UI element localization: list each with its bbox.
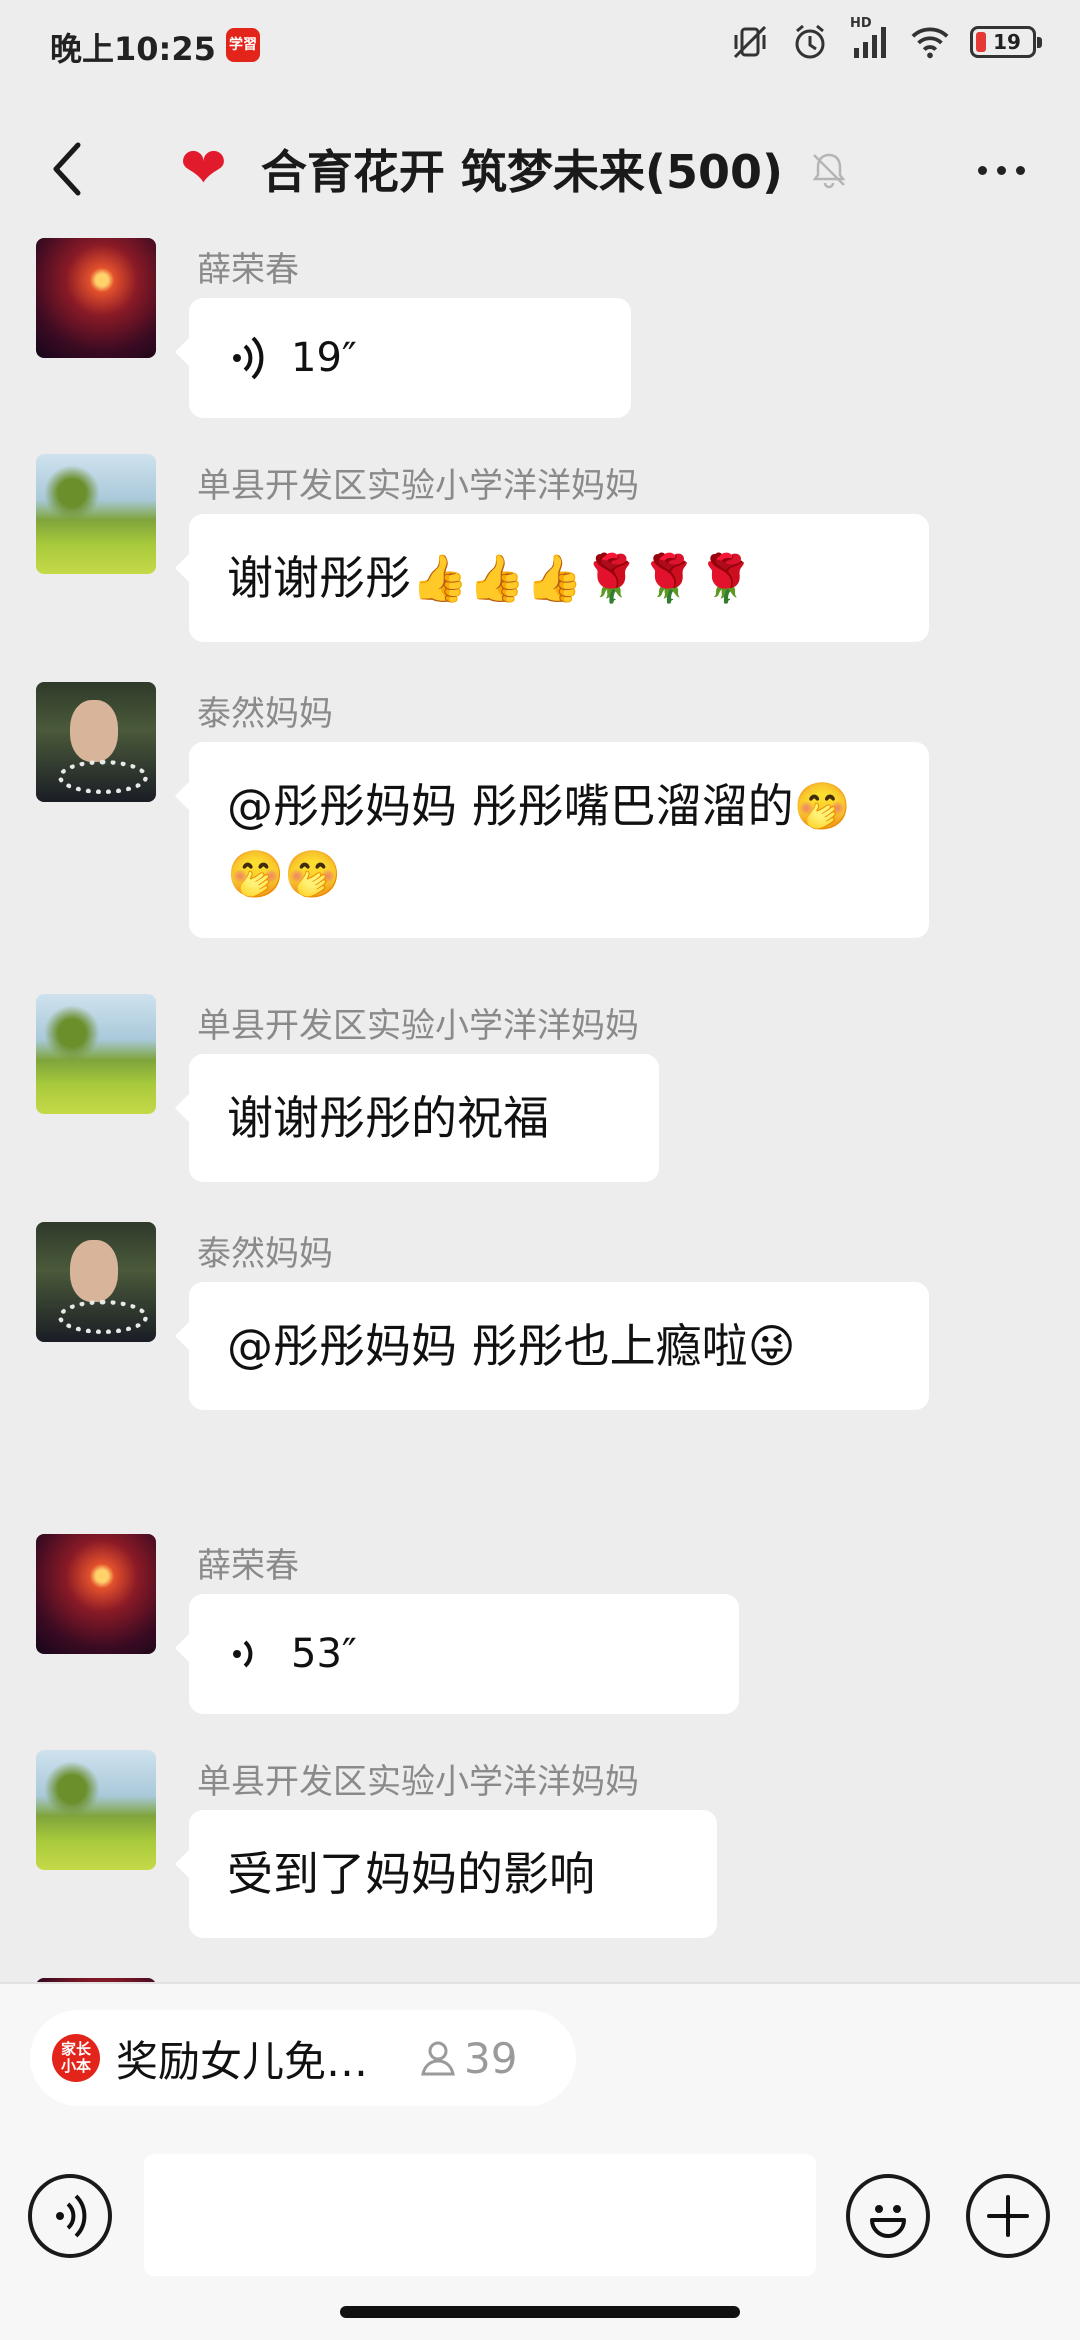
text-message-bubble[interactable]: 受到了妈妈的影响 [175, 1810, 717, 1938]
message-list[interactable]: 薛荣春 19″ 单县开发区实验小学洋洋妈妈 谢谢彤彤👍👍👍🌹🌹🌹 泰然妈妈 @彤… [0, 232, 1080, 1982]
status-bar: 晚上10:25 学習 HD 19 [0, 0, 1080, 92]
battery-indicator: 19 [970, 26, 1042, 58]
text-message-bubble[interactable]: 谢谢彤彤的祝福 [175, 1054, 659, 1182]
chevron-left-icon [53, 142, 81, 196]
sender-name: 单县开发区实验小学洋洋妈妈 [197, 466, 639, 506]
sender-name: 单县开发区实验小学洋洋妈妈 [197, 1006, 639, 1046]
wifi-icon [910, 22, 950, 62]
avatar[interactable] [36, 1750, 156, 1870]
voice-wave-icon [233, 1640, 253, 1668]
dot-icon [1015, 165, 1025, 175]
voice-duration: 53″ [291, 1631, 357, 1677]
bottom-panel: 家长 小本 奖励女儿免… 39 [0, 1982, 1080, 2340]
signal-icon: HD [850, 16, 890, 62]
message-input[interactable] [144, 2154, 816, 2276]
avatar[interactable] [36, 454, 156, 574]
back-button[interactable] [36, 134, 96, 204]
voice-input-button[interactable] [28, 2174, 112, 2258]
chat-header: ❤ 合育花开 筑梦未来(500) [0, 110, 1080, 230]
voice-duration: 19″ [291, 335, 357, 381]
participant-count: 39 [418, 2034, 517, 2083]
battery-level: 19 [993, 30, 1021, 54]
mute-bell-icon [812, 153, 846, 189]
voice-message-bubble[interactable]: 53″ [175, 1594, 739, 1714]
participant-count-value: 39 [464, 2033, 518, 2083]
notification-app-icon: 学習 [226, 28, 260, 62]
sender-name: 泰然妈妈 [197, 694, 333, 734]
voice-wave-icon [233, 336, 264, 380]
avatar[interactable] [36, 1534, 156, 1654]
status-icons: HD 19 [730, 16, 1042, 62]
smiley-icon [870, 2205, 906, 2238]
chat-title: 合育花开 筑梦未来(500) [260, 145, 784, 199]
emoji-button[interactable] [846, 2174, 930, 2258]
vibrate-off-icon [730, 22, 770, 62]
heart-icon: ❤ [180, 136, 227, 201]
more-actions-button[interactable] [966, 2174, 1050, 2258]
sender-name: 泰然妈妈 [197, 1234, 333, 1274]
input-row [0, 2154, 1080, 2284]
avatar[interactable] [36, 238, 156, 358]
text-message-bubble[interactable]: 谢谢彤彤👍👍👍🌹🌹🌹 [175, 514, 929, 642]
plus-icon [987, 2195, 1029, 2237]
sender-name: 薛荣春 [197, 250, 299, 290]
text-message-bubble[interactable]: @彤彤妈妈 彤彤也上瘾啦😜 [175, 1282, 929, 1410]
more-button[interactable] [966, 150, 1036, 190]
avatar[interactable] [36, 994, 156, 1114]
user-icon [421, 2041, 455, 2076]
voice-message-bubble[interactable]: 19″ [175, 298, 631, 418]
voice-wave-icon [56, 2194, 87, 2238]
sender-name: 薛荣春 [197, 1546, 299, 1586]
status-time: 晚上10:25 [50, 30, 216, 68]
dot-icon [977, 165, 987, 175]
logo-line-1: 家长 [60, 2040, 91, 2058]
mini-program-chip[interactable]: 家长 小本 奖励女儿免… 39 [30, 2010, 576, 2106]
logo-line-2: 小本 [60, 2057, 91, 2075]
text-message-bubble[interactable]: @彤彤妈妈 彤彤嘴巴溜溜的🤭🤭🤭 [175, 742, 929, 938]
avatar[interactable] [36, 1222, 156, 1342]
home-indicator[interactable] [340, 2306, 740, 2318]
mini-program-logo: 家长 小本 [52, 2034, 100, 2082]
sender-name: 单县开发区实验小学洋洋妈妈 [197, 1762, 639, 1802]
hd-label: HD [850, 16, 872, 31]
alarm-icon [790, 22, 830, 62]
avatar[interactable] [36, 682, 156, 802]
dot-icon [996, 165, 1006, 175]
chip-title: 奖励女儿免… [116, 2036, 369, 2086]
title-area[interactable]: ❤ 合育花开 筑梦未来(500) [180, 136, 849, 202]
